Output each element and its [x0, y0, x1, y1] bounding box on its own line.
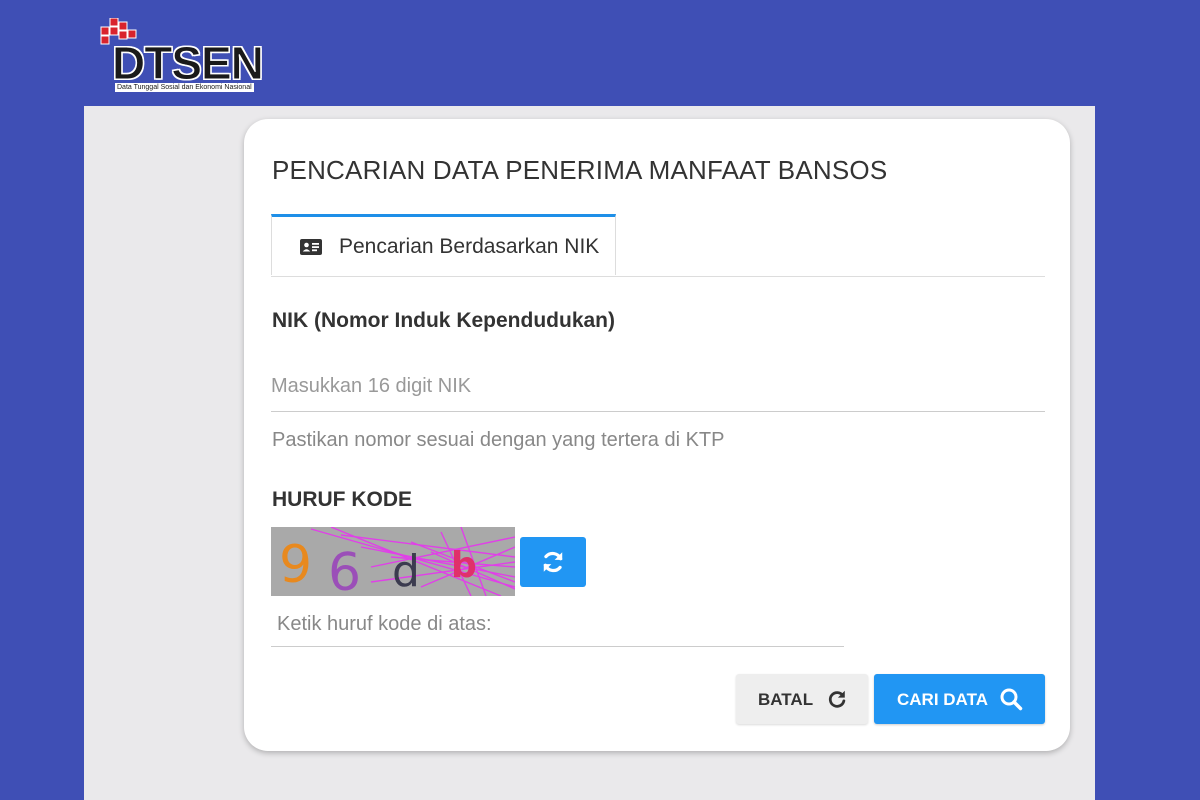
- captcha-image: 9 6 d b: [271, 527, 515, 596]
- nik-input[interactable]: [271, 362, 1045, 412]
- captcha-label: HURUF KODE: [272, 488, 412, 511]
- captcha-char-1: 9: [279, 535, 312, 595]
- search-icon: [1000, 688, 1023, 711]
- captcha-refresh-button[interactable]: [520, 537, 586, 587]
- search-data-button[interactable]: CARI DATA: [874, 674, 1045, 724]
- id-card-icon: [300, 239, 322, 255]
- captcha-char-2: 6: [328, 543, 361, 596]
- captcha-char-3: d: [392, 546, 420, 596]
- nik-label: NIK (Nomor Induk Kependudukan): [272, 309, 615, 332]
- page-title: PENCARIAN DATA PENERIMA MANFAAT BANSOS: [272, 155, 888, 185]
- tab-label: Pencarian Berdasarkan NIK: [339, 235, 600, 258]
- search-card: PENCARIAN DATA PENERIMA MANFAAT BANSOS P…: [244, 119, 1070, 751]
- dtsen-logo: DTSEN Data Tunggal Sosial dan Ekonomi Na…: [100, 18, 280, 94]
- cancel-button-label: BATAL: [758, 690, 814, 709]
- nik-hint: Pastikan nomor sesuai dengan yang terter…: [272, 429, 725, 451]
- header: DTSEN Data Tunggal Sosial dan Ekonomi Na…: [0, 0, 1200, 106]
- cancel-button[interactable]: BATAL: [736, 674, 868, 724]
- captcha-input[interactable]: [271, 603, 844, 647]
- tab-search-by-nik[interactable]: Pencarian Berdasarkan NIK: [271, 214, 616, 275]
- reset-icon: [828, 690, 846, 708]
- captcha-graphic: 9 6 d b: [271, 527, 515, 596]
- tab-bar: Pencarian Berdasarkan NIK: [271, 214, 1045, 277]
- logo-subtitle: Data Tunggal Sosial dan Ekonomi Nasional: [115, 83, 254, 92]
- refresh-icon: [543, 551, 563, 573]
- search-button-label: CARI DATA: [897, 690, 988, 709]
- captcha-char-4: b: [451, 545, 477, 586]
- logo-text: DTSEN: [112, 37, 265, 89]
